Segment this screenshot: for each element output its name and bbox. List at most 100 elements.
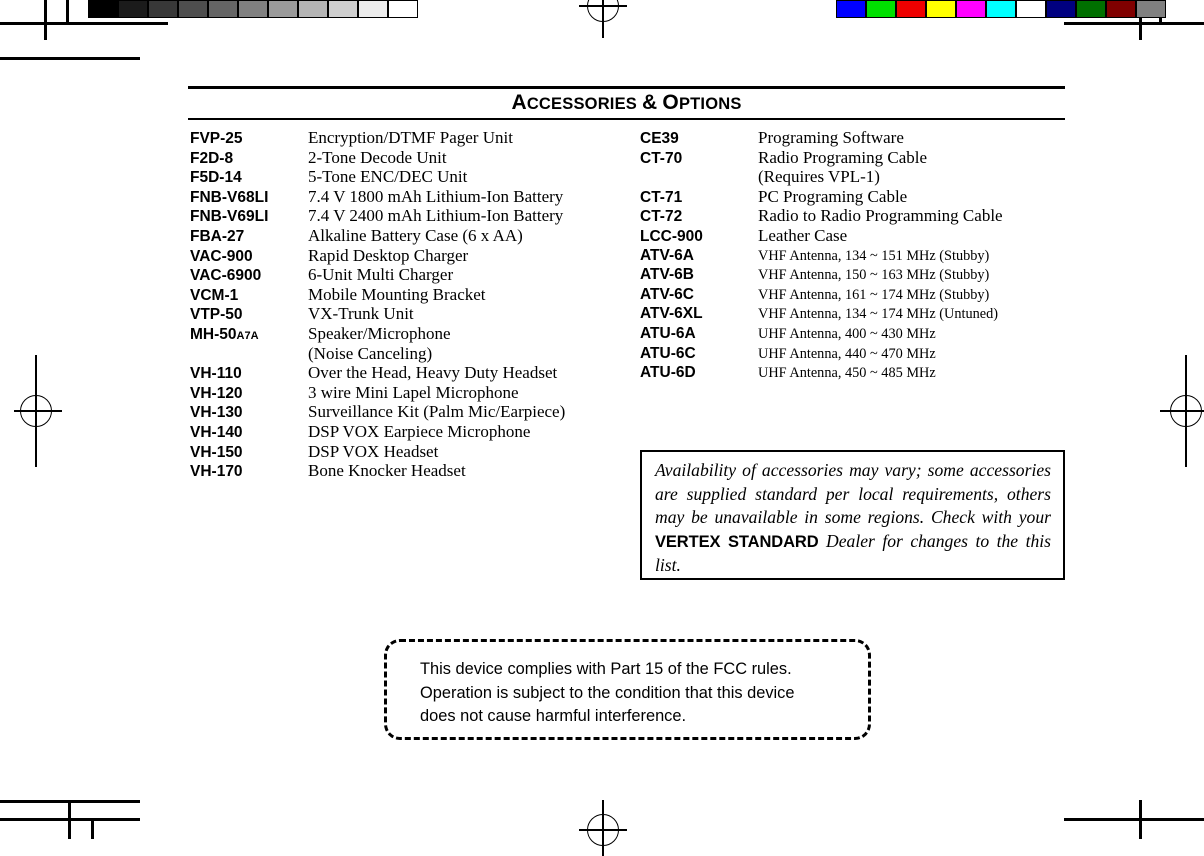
accessory-row: CE39 Programing Software xyxy=(640,128,1068,148)
accessory-part-number: FNB-V69LI xyxy=(190,208,269,226)
accessory-description: Alkaline Battery Case (6 x AA) xyxy=(308,225,523,245)
accessory-description: Bone Knocker Headset xyxy=(308,461,466,481)
document-page: ACCESSORIES & OPTIONS FVP-25 Encryption/DTM… xyxy=(0,0,1204,839)
availability-note-text: Availability of accessories may vary; so… xyxy=(655,459,1051,578)
accessory-row-continuation: (Noise Canceling) xyxy=(190,344,620,364)
accessory-row: LCC-900 Leather Case xyxy=(640,226,1068,246)
accessory-row: VH-150 DSP VOX Headset xyxy=(190,442,620,462)
accessory-row: VH-170 Bone Knocker Headset xyxy=(190,461,620,481)
accessory-part-number: ATU-6A xyxy=(640,324,696,342)
accessory-part-number: VH-110 xyxy=(190,365,242,383)
accessory-part-number: FNB-V68LI xyxy=(190,188,269,206)
accessory-row: ATV-6XL VHF Antenna, 134 ~ 174 MHz (Untun… xyxy=(640,304,1068,324)
accessory-description: 5-Tone ENC/DEC Unit xyxy=(308,167,468,187)
title-ampersand: & xyxy=(642,91,658,114)
accessory-description: Programing Software xyxy=(758,128,904,147)
accessory-part-number: VTP-50 xyxy=(190,306,243,324)
accessory-row: VH-140 DSP VOX Earpiece Microphone xyxy=(190,422,620,442)
accessory-description: VHF Antenna, 161 ~ 174 MHz (Stubby) xyxy=(758,286,990,303)
fcc-notice-box: This device complies with Part 15 of the… xyxy=(384,639,871,740)
accessory-part-number: ATV-6XL xyxy=(640,305,703,323)
accessory-row: CT-71 PC Programing Cable xyxy=(640,187,1068,207)
accessory-part-number: VH-140 xyxy=(190,423,243,441)
accessory-row: ATV-6B VHF Antenna, 150 ~ 163 MHz (Stubby… xyxy=(640,265,1068,285)
accessory-row: ATU-6D UHF Antenna, 450 ~ 485 MHz xyxy=(640,363,1068,383)
accessory-row: FBA-27 Alkaline Battery Case (6 x AA) xyxy=(190,226,620,246)
accessory-row: MH-50A7A Speaker/Microphone xyxy=(190,324,620,344)
accessory-description: Leather Case xyxy=(758,225,848,245)
accessory-row: VH-120 3 wire Mini Lapel Microphone xyxy=(190,383,620,403)
accessory-description: UHF Antenna, 400 ~ 430 MHz xyxy=(758,325,936,342)
accessory-part-number: FBA-27 xyxy=(190,227,245,245)
fcc-notice-text: This device complies with Part 15 of the… xyxy=(420,660,795,725)
accessory-description: Speaker/Microphone xyxy=(308,323,451,343)
title-word1-rest: CCESSORIES xyxy=(526,95,638,113)
accessory-row: VCM-1 Mobile Mounting Bracket xyxy=(190,285,620,305)
availability-note-box: Availability of accessories may vary; so… xyxy=(640,450,1065,580)
accessory-row: FVP-25 Encryption/DTMF Pager Unit xyxy=(190,128,620,148)
accessory-description: 7.4 V 2400 mAh Lithium-Ion Battery xyxy=(308,206,564,226)
accessory-row: VTP-50 VX-Trunk Unit xyxy=(190,304,620,324)
accessory-description: (Noise Canceling) xyxy=(308,343,433,363)
accessory-part-number: VH-170 xyxy=(190,463,243,481)
accessory-description: Encryption/DTMF Pager Unit xyxy=(308,128,513,147)
accessory-part-number: VH-120 xyxy=(190,384,243,402)
accessory-row: CT-72 Radio to Radio Programming Cable xyxy=(640,206,1068,226)
accessories-left-column: FVP-25 Encryption/DTMF Pager Unit F2D-8 2-T… xyxy=(190,128,620,481)
accessory-part-number: VH-130 xyxy=(190,404,243,422)
accessory-description: DSP VOX Earpiece Microphone xyxy=(308,421,531,441)
accessory-description: Over the Head, Heavy Duty Headset xyxy=(308,363,558,383)
accessory-part-number: F2D-8 xyxy=(190,149,234,167)
accessory-description: (Requires VPL-1) xyxy=(758,167,880,187)
availability-text-before: Availability of accessories may vary; so… xyxy=(655,460,1051,528)
accessory-row-continuation: (Requires VPL-1) xyxy=(640,167,1068,187)
accessory-description: Rapid Desktop Charger xyxy=(308,245,469,265)
accessory-part-number: VAC-900 xyxy=(190,247,253,265)
accessory-row: ATV-6C VHF Antenna, 161 ~ 174 MHz (Stubby… xyxy=(640,285,1068,305)
accessory-part-number: CE39 xyxy=(640,130,679,147)
accessory-description: VX-Trunk Unit xyxy=(308,304,414,324)
accessory-description: VHF Antenna, 150 ~ 163 MHz (Stubby) xyxy=(758,267,990,284)
accessory-row: CT-70 Radio Programing Cable xyxy=(640,148,1068,168)
accessory-description: Surveillance Kit (Palm Mic/Earpiece) xyxy=(308,402,566,422)
accessory-part-number: ATU-6C xyxy=(640,344,696,362)
accessory-part-number: F5D-14 xyxy=(190,169,242,187)
accessory-part-number: LCC-900 xyxy=(640,227,703,245)
page-title: ACCESSORIES & OPTIONS xyxy=(188,89,1065,118)
accessory-part-number: VCM-1 xyxy=(190,286,239,304)
accessory-part-number: CT-72 xyxy=(640,208,683,226)
accessory-description: Radio Programing Cable xyxy=(758,147,928,167)
accessory-description: UHF Antenna, 450 ~ 485 MHz xyxy=(758,365,936,382)
accessory-part-number: CT-70 xyxy=(640,149,683,167)
accessories-right-column: CE39 Programing Software CT-70 Radio Progra… xyxy=(640,128,1068,383)
accessory-description: 2-Tone Decode Unit xyxy=(308,147,447,167)
accessory-part-number: MH-50A7A xyxy=(190,325,259,343)
accessory-description: PC Programing Cable xyxy=(758,186,908,206)
title-word2-cap: O xyxy=(662,91,679,114)
vertex-standard-brand: VERTEX STANDARD xyxy=(655,532,819,551)
accessory-part-number: VAC-6900 xyxy=(190,267,262,285)
accessory-part-number: FVP-25 xyxy=(190,130,243,147)
accessory-description: 6-Unit Multi Charger xyxy=(308,265,454,285)
accessory-row: ATV-6A VHF Antenna, 134 ~ 151 MHz (Stubby… xyxy=(640,246,1068,266)
accessory-part-number: ATU-6D xyxy=(640,364,696,382)
accessory-part-number: ATV-6C xyxy=(640,285,694,303)
accessory-part-number: CT-71 xyxy=(640,188,683,206)
accessory-part-number: ATV-6A xyxy=(640,246,694,264)
accessory-part-suffix: A7A xyxy=(236,329,259,342)
accessory-description: Mobile Mounting Bracket xyxy=(308,284,486,304)
accessory-row: F2D-8 2-Tone Decode Unit xyxy=(190,148,620,168)
accessory-row: VAC-900 Rapid Desktop Charger xyxy=(190,246,620,266)
accessory-row: VH-130 Surveillance Kit (Palm Mic/Earpiec… xyxy=(190,402,620,422)
accessory-description: UHF Antenna, 440 ~ 470 MHz xyxy=(758,345,936,362)
accessory-description: VHF Antenna, 134 ~ 151 MHz (Stubby) xyxy=(758,247,990,264)
accessory-row: FNB-V68LI 7.4 V 1800 mAh Lithium-Ion Batt… xyxy=(190,187,620,207)
title-word1-cap: A xyxy=(511,91,527,114)
accessory-part-number: VH-150 xyxy=(190,443,243,461)
accessory-description: 3 wire Mini Lapel Microphone xyxy=(308,382,519,402)
accessory-part-number: ATV-6B xyxy=(640,266,694,284)
accessory-row: VH-110 Over the Head, Heavy Duty Headset xyxy=(190,363,620,383)
accessory-row: ATU-6A UHF Antenna, 400 ~ 430 MHz xyxy=(640,324,1068,344)
accessory-row: ATU-6C UHF Antenna, 440 ~ 470 MHz xyxy=(640,344,1068,364)
accessory-description: VHF Antenna, 134 ~ 174 MHz (Untuned) xyxy=(758,306,999,323)
